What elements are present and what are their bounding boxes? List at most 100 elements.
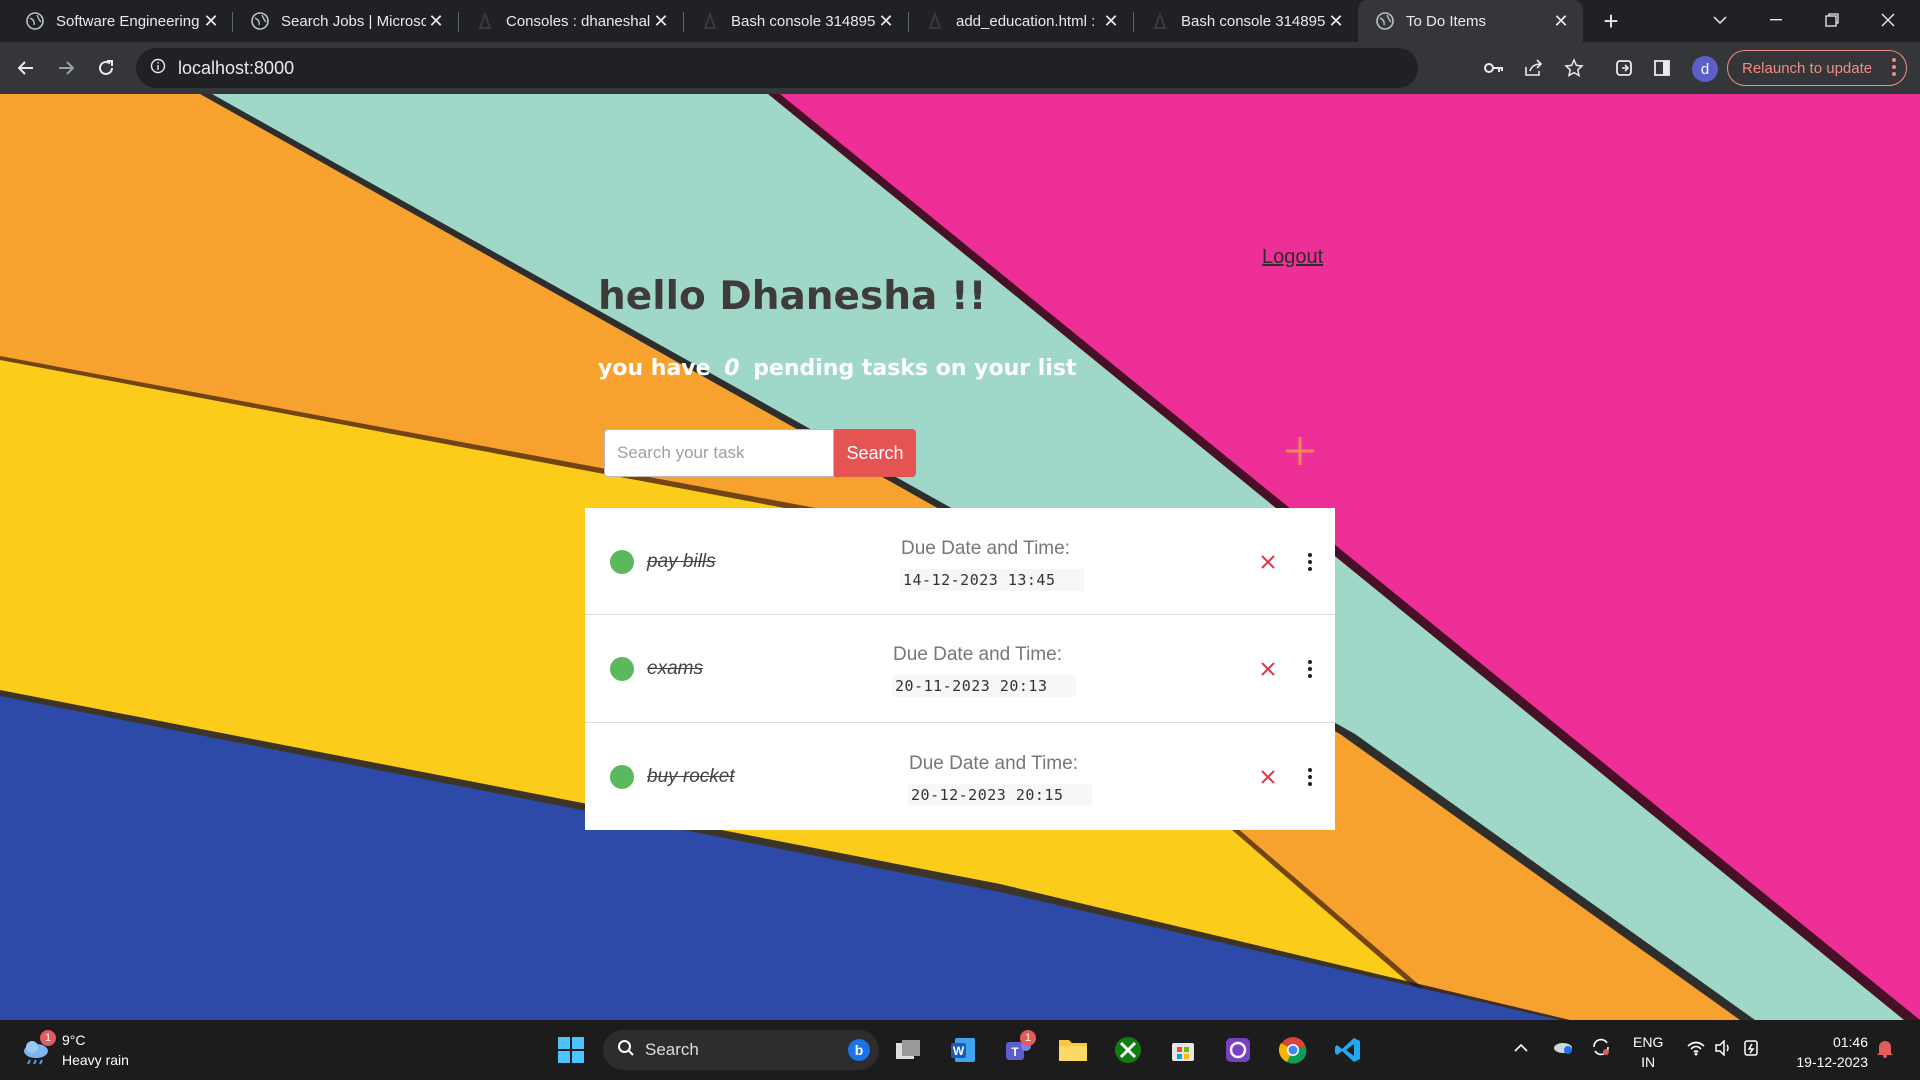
microsoft-store-icon[interactable] bbox=[1163, 1030, 1203, 1070]
task-status-dot[interactable] bbox=[610, 657, 634, 682]
pythonanywhere-icon bbox=[476, 12, 494, 30]
teams-badge: 1 bbox=[1020, 1030, 1036, 1046]
more-options-icon[interactable] bbox=[1299, 550, 1321, 574]
due-date-value: 14-12-2023 13:45 bbox=[900, 569, 1084, 591]
chrome-icon[interactable] bbox=[1273, 1030, 1313, 1070]
new-tab-button[interactable]: + bbox=[1596, 6, 1626, 36]
task-name: exams bbox=[647, 658, 703, 680]
close-tab-icon[interactable]: ✕ bbox=[426, 11, 446, 31]
close-tab-icon[interactable]: ✕ bbox=[1551, 11, 1571, 31]
weather-temp: 9°C bbox=[62, 1032, 86, 1048]
svg-text:W: W bbox=[953, 1044, 965, 1058]
greeting-heading: hello Dhanesha !! bbox=[598, 274, 987, 319]
close-tab-icon[interactable]: ✕ bbox=[201, 11, 221, 31]
taskbar-search-label: Search bbox=[645, 1040, 699, 1059]
bookmark-star-icon[interactable] bbox=[1560, 54, 1588, 82]
taskbar-search[interactable]: Search b bbox=[603, 1030, 879, 1070]
tab-search-chevron-icon[interactable] bbox=[1692, 0, 1748, 40]
task-status-dot[interactable] bbox=[610, 550, 634, 574]
search-button[interactable]: Search bbox=[834, 429, 916, 477]
more-options-icon[interactable] bbox=[1299, 765, 1321, 789]
tab-search-jobs[interactable]: Search Jobs | Microsc ✕ bbox=[233, 0, 458, 42]
add-task-plus-icon[interactable] bbox=[1283, 434, 1317, 468]
pythonanywhere-icon bbox=[926, 12, 944, 30]
delete-task-icon[interactable] bbox=[1257, 551, 1279, 573]
clipchamp-icon[interactable] bbox=[1218, 1030, 1258, 1070]
tab-to-do-items[interactable]: To Do Items ✕ bbox=[1358, 0, 1583, 42]
language-bottom: IN bbox=[1641, 1054, 1656, 1070]
rain-cloud-icon: 1 bbox=[20, 1030, 56, 1066]
language-indicator[interactable]: ENG IN bbox=[1633, 1032, 1663, 1072]
search-icon bbox=[617, 1039, 635, 1062]
tab-bash-console-1[interactable]: Bash console 314895 ✕ bbox=[683, 0, 908, 42]
tab-software-engineering[interactable]: Software Engineering ✕ bbox=[8, 0, 233, 42]
close-tab-icon[interactable]: ✕ bbox=[876, 11, 896, 31]
clock-date: 19-12-2023 bbox=[1796, 1054, 1868, 1070]
show-hidden-icons-icon[interactable] bbox=[1514, 1040, 1528, 1056]
chrome-menu-icon[interactable] bbox=[1892, 57, 1896, 81]
task-list: pay bills Due Date and Time: 14-12-2023 … bbox=[585, 508, 1335, 830]
sync-icon[interactable] bbox=[1590, 1036, 1612, 1061]
onedrive-icon[interactable] bbox=[1552, 1038, 1574, 1057]
task-view-icon[interactable] bbox=[888, 1030, 928, 1070]
task-row: exams Due Date and Time: 20-11-2023 20:1… bbox=[585, 615, 1335, 723]
close-tab-icon[interactable]: ✕ bbox=[1101, 11, 1121, 31]
more-options-icon[interactable] bbox=[1299, 657, 1321, 681]
profile-avatar[interactable]: d bbox=[1692, 56, 1718, 82]
tab-add-education[interactable]: add_education.html : ✕ bbox=[908, 0, 1133, 42]
wifi-icon[interactable] bbox=[1686, 1040, 1706, 1059]
share-icon[interactable] bbox=[1520, 54, 1548, 82]
weather-badge: 1 bbox=[40, 1030, 56, 1046]
minimize-icon[interactable] bbox=[1748, 0, 1804, 40]
svg-text:b: b bbox=[855, 1042, 864, 1058]
password-key-icon[interactable] bbox=[1480, 54, 1508, 82]
task-name: pay bills bbox=[647, 551, 716, 572]
due-date-value: 20-11-2023 20:13 bbox=[892, 675, 1076, 698]
relaunch-label: Relaunch to update bbox=[1742, 59, 1873, 77]
vscode-icon[interactable] bbox=[1328, 1030, 1368, 1070]
task-name: buy rocket bbox=[647, 765, 735, 787]
back-icon[interactable] bbox=[8, 50, 44, 86]
task-row: buy rocket Due Date and Time: 20-12-2023… bbox=[585, 723, 1335, 830]
close-tab-icon[interactable]: ✕ bbox=[651, 11, 671, 31]
side-panel-icon[interactable] bbox=[1648, 54, 1676, 82]
site-info-icon[interactable] bbox=[150, 58, 166, 79]
weather-widget[interactable]: 1 9°C Heavy rain bbox=[20, 1030, 129, 1070]
address-bar[interactable]: localhost:8000 bbox=[136, 48, 1418, 88]
battery-charging-icon[interactable] bbox=[1742, 1038, 1762, 1061]
tab-title: Consoles : dhaneshal bbox=[506, 12, 651, 30]
volume-icon[interactable] bbox=[1714, 1039, 1734, 1059]
todo-page: Logout hello Dhanesha !! you have 0 pend… bbox=[0, 94, 1920, 1020]
tab-consoles[interactable]: Consoles : dhaneshal ✕ bbox=[458, 0, 683, 42]
close-window-icon[interactable] bbox=[1860, 0, 1916, 40]
tab-title: Software Engineering bbox=[56, 12, 200, 30]
forward-icon[interactable] bbox=[48, 50, 84, 86]
file-explorer-icon[interactable] bbox=[1053, 1030, 1093, 1070]
xbox-icon[interactable] bbox=[1108, 1030, 1148, 1070]
task-status-dot[interactable] bbox=[610, 764, 634, 789]
bing-icon[interactable]: b bbox=[847, 1038, 871, 1067]
weather-desc: Heavy rain bbox=[62, 1052, 129, 1068]
task-row: pay bills Due Date and Time: 14-12-2023 … bbox=[585, 508, 1335, 616]
teams-icon[interactable]: T 1 bbox=[998, 1030, 1038, 1070]
extensions-icon[interactable] bbox=[1610, 54, 1638, 82]
pending-suffix: pending tasks on your list bbox=[753, 356, 1077, 381]
logout-link[interactable]: Logout bbox=[1262, 246, 1323, 269]
delete-task-icon[interactable] bbox=[1257, 658, 1279, 680]
search-task-input[interactable] bbox=[604, 429, 834, 477]
windows-start-icon[interactable] bbox=[551, 1030, 591, 1070]
delete-task-icon[interactable] bbox=[1257, 766, 1279, 788]
globe-icon bbox=[1376, 12, 1394, 30]
taskbar-clock[interactable]: 01:46 19-12-2023 bbox=[1784, 1032, 1868, 1072]
tab-bash-console-2[interactable]: Bash console 314895 ✕ bbox=[1133, 0, 1358, 42]
url-text: localhost:8000 bbox=[178, 57, 295, 78]
restore-icon[interactable] bbox=[1804, 0, 1860, 40]
tab-title: Bash console 314895 bbox=[731, 12, 876, 30]
relaunch-button[interactable]: Relaunch to update bbox=[1727, 50, 1907, 86]
close-tab-icon[interactable]: ✕ bbox=[1326, 11, 1346, 31]
reload-icon[interactable] bbox=[88, 50, 124, 86]
tab-title: To Do Items bbox=[1406, 12, 1487, 30]
notification-bell-icon[interactable] bbox=[1876, 1038, 1894, 1061]
word-icon[interactable]: W bbox=[943, 1030, 983, 1070]
svg-text:T: T bbox=[1011, 1045, 1019, 1059]
